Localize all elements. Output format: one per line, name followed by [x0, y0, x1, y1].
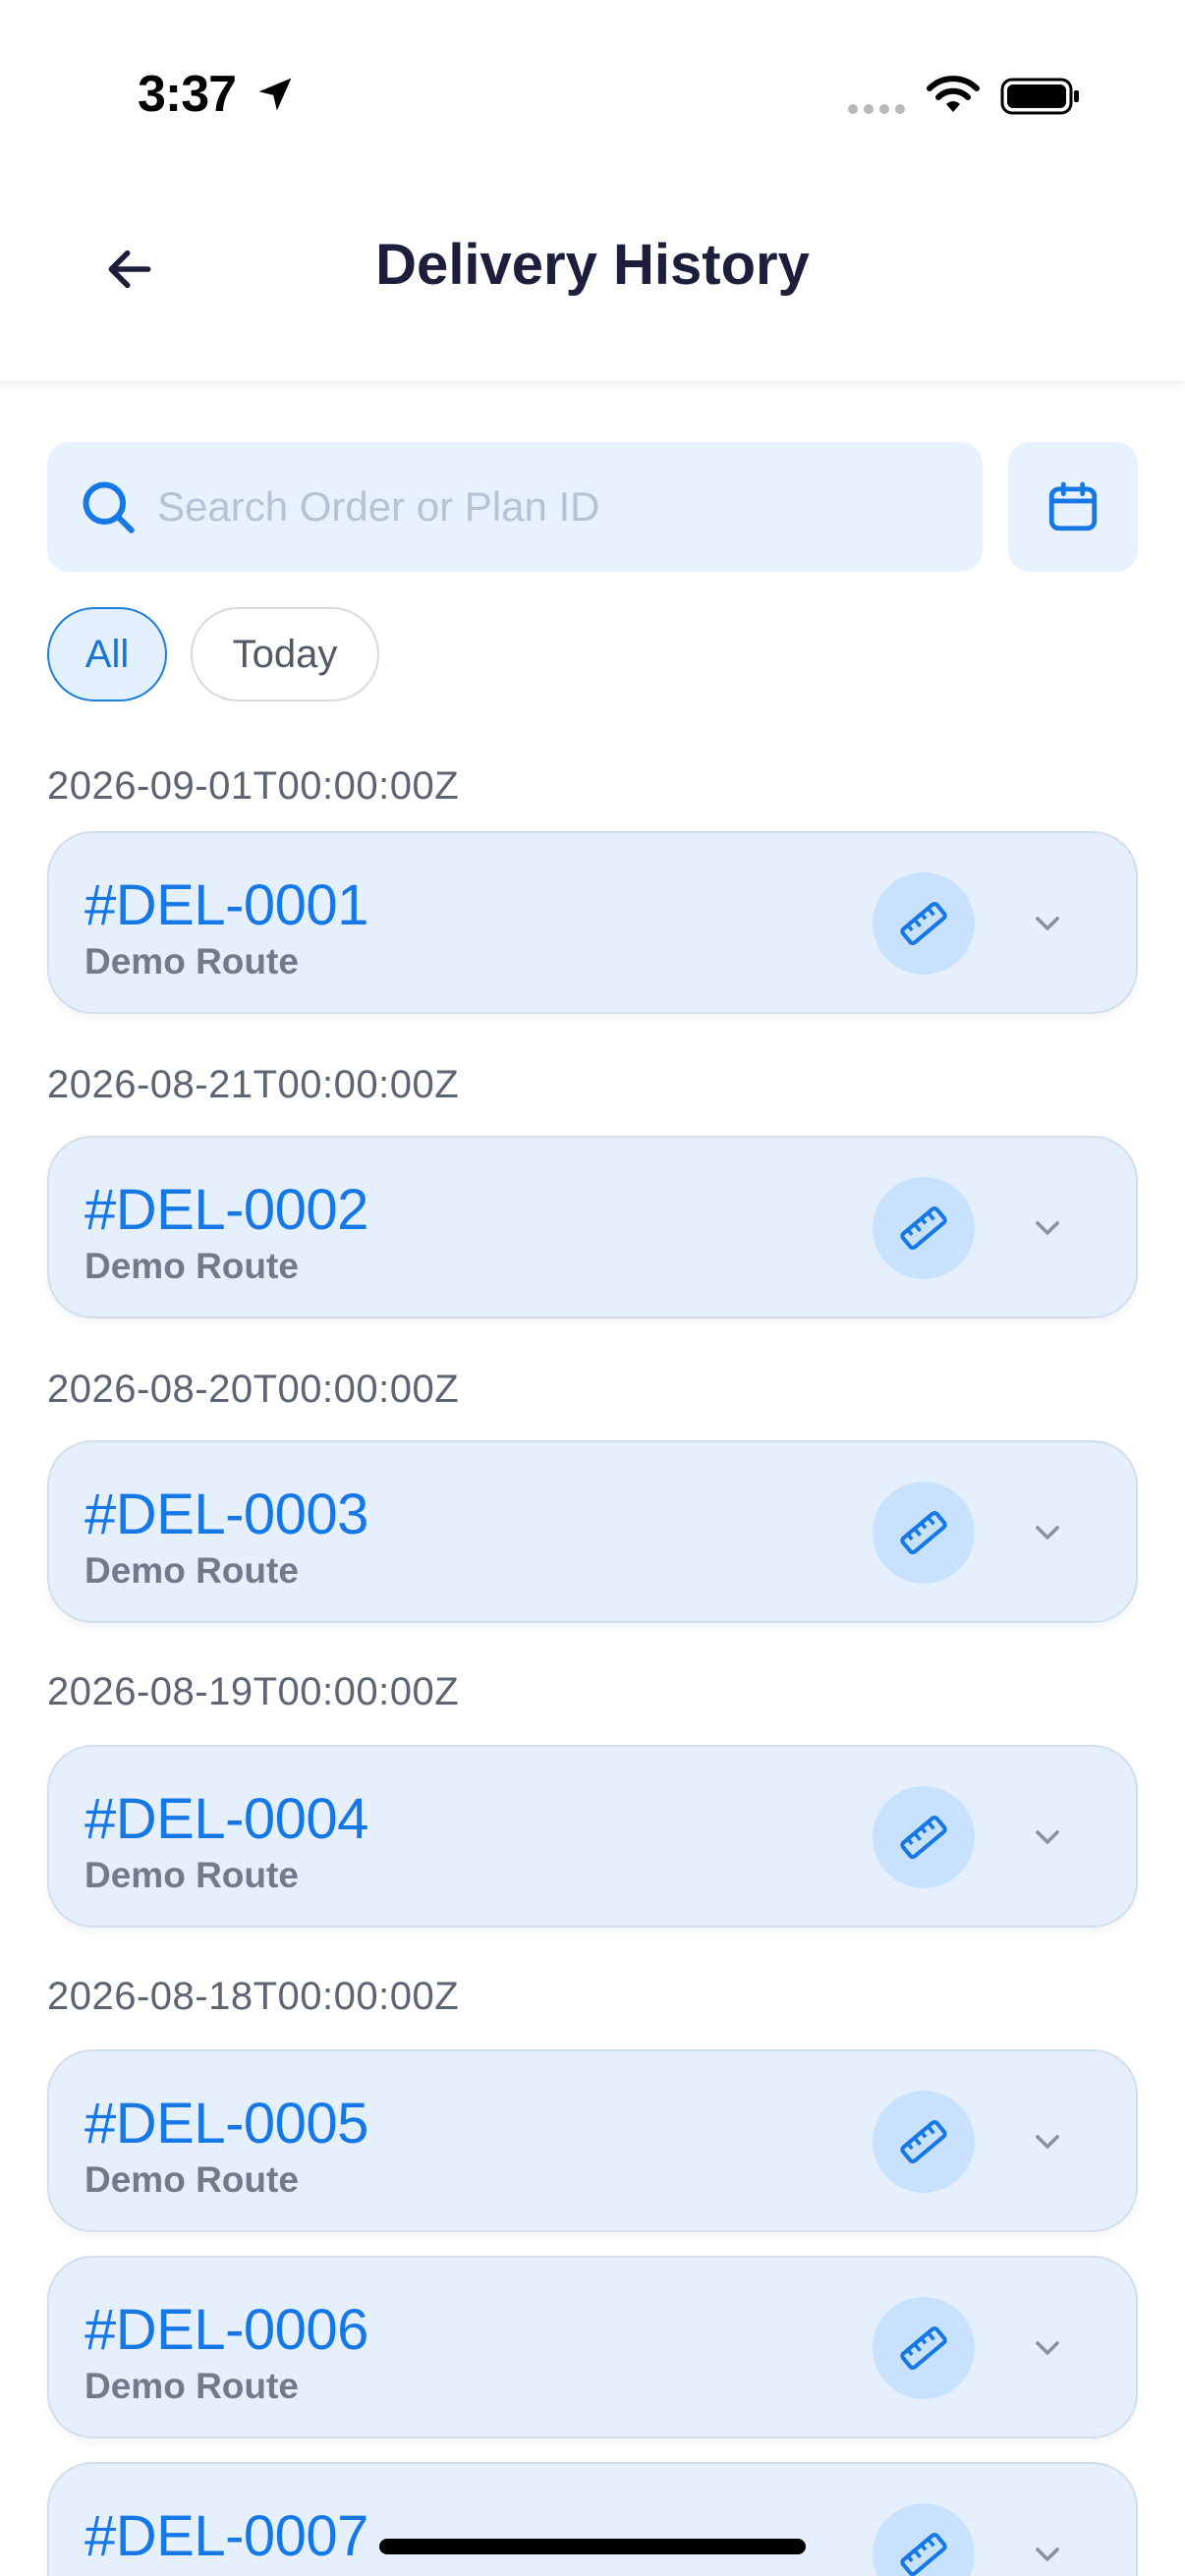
expand-button[interactable] — [1022, 2323, 1073, 2374]
search-icon — [83, 481, 135, 533]
delivery-history-screen: 3:37 Delivery History Search Order or Pl… — [0, 0, 1185, 2576]
search-bar[interactable] — [47, 442, 983, 572]
measure-button[interactable] — [873, 1177, 975, 1279]
chevron-down-icon — [1036, 1526, 1059, 1540]
route-name: Demo Route — [85, 1550, 299, 1591]
chevron-down-icon — [1036, 1221, 1059, 1235]
date-header: 2026-08-21T00:00:00Z — [47, 1063, 460, 1106]
calendar-icon — [1048, 481, 1098, 532]
route-name: Demo Route — [85, 941, 299, 981]
delivery-card[interactable]: #DEL-0001 Demo Route — [47, 831, 1138, 1014]
ruler-icon — [900, 2532, 947, 2576]
status-bar: 3:37 — [0, 0, 1185, 187]
chevron-down-icon — [1036, 917, 1059, 930]
expand-button[interactable] — [1022, 2529, 1073, 2576]
wifi-icon — [927, 76, 980, 112]
order-id: #DEL-0002 — [85, 1178, 368, 1242]
chevron-down-icon — [1036, 2548, 1059, 2561]
ruler-icon — [900, 2119, 947, 2164]
order-id: #DEL-0001 — [85, 873, 368, 937]
delivery-card[interactable]: #DEL-0005 Demo Route — [47, 2049, 1138, 2232]
status-time: 3:37 — [138, 66, 237, 123]
measure-button[interactable] — [873, 2297, 975, 2399]
delivery-card[interactable]: #DEL-0006 Demo Route — [47, 2256, 1138, 2438]
battery-icon — [1000, 78, 1079, 115]
chevron-down-icon — [1036, 2341, 1059, 2355]
date-header: 2026-09-01T00:00:00Z — [47, 764, 460, 808]
search-input[interactable] — [157, 442, 943, 572]
filter-chip-today[interactable]: Today — [191, 607, 379, 701]
delivery-card[interactable]: #DEL-0007 — [47, 2462, 1138, 2576]
route-name: Demo Route — [85, 1246, 299, 1286]
filter-chip-all-label: All — [85, 632, 130, 676]
home-indicator[interactable] — [379, 2539, 806, 2554]
order-id: #DEL-0007 — [85, 2504, 368, 2568]
calendar-button[interactable] — [1008, 442, 1138, 572]
delivery-card[interactable]: #DEL-0002 Demo Route — [47, 1136, 1138, 1318]
expand-button[interactable] — [1022, 1812, 1073, 1863]
date-header: 2026-08-18T00:00:00Z — [47, 1975, 460, 2018]
filter-chip-all[interactable]: All — [47, 607, 167, 701]
route-name: Demo Route — [85, 1855, 299, 1895]
measure-button[interactable] — [873, 1786, 975, 1888]
chevron-down-icon — [1036, 2135, 1059, 2149]
page-title: Delivery History — [375, 233, 810, 297]
measure-button[interactable] — [873, 2091, 975, 2193]
expand-button[interactable] — [1022, 1203, 1073, 1254]
date-header: 2026-08-20T00:00:00Z — [47, 1368, 460, 1411]
location-arrow-icon — [258, 78, 292, 111]
ruler-icon — [900, 1205, 947, 1251]
expand-button[interactable] — [1022, 898, 1073, 949]
filter-chip-today-label: Today — [232, 632, 338, 676]
cellular-signal-icon — [848, 104, 905, 114]
ruler-icon — [900, 2325, 947, 2371]
measure-button[interactable] — [873, 1482, 975, 1584]
delivery-card[interactable]: #DEL-0003 Demo Route — [47, 1440, 1138, 1623]
expand-button[interactable] — [1022, 1507, 1073, 1558]
route-name: Demo Route — [85, 2159, 299, 2200]
ruler-icon — [900, 901, 947, 946]
measure-button[interactable] — [873, 872, 975, 975]
ruler-icon — [900, 1510, 947, 1555]
order-id: #DEL-0003 — [85, 1483, 368, 1546]
delivery-card[interactable]: #DEL-0004 Demo Route — [47, 1745, 1138, 1928]
route-name: Demo Route — [85, 2366, 299, 2406]
order-id: #DEL-0005 — [85, 2092, 368, 2156]
order-id: #DEL-0004 — [85, 1787, 368, 1851]
measure-button[interactable] — [873, 2503, 975, 2576]
expand-button[interactable] — [1022, 2116, 1073, 2167]
ruler-icon — [900, 1815, 947, 1860]
chevron-down-icon — [1036, 1830, 1059, 1844]
order-id: #DEL-0006 — [85, 2298, 368, 2362]
date-header: 2026-08-19T00:00:00Z — [47, 1670, 460, 1713]
app-header: Delivery History — [0, 187, 1185, 383]
